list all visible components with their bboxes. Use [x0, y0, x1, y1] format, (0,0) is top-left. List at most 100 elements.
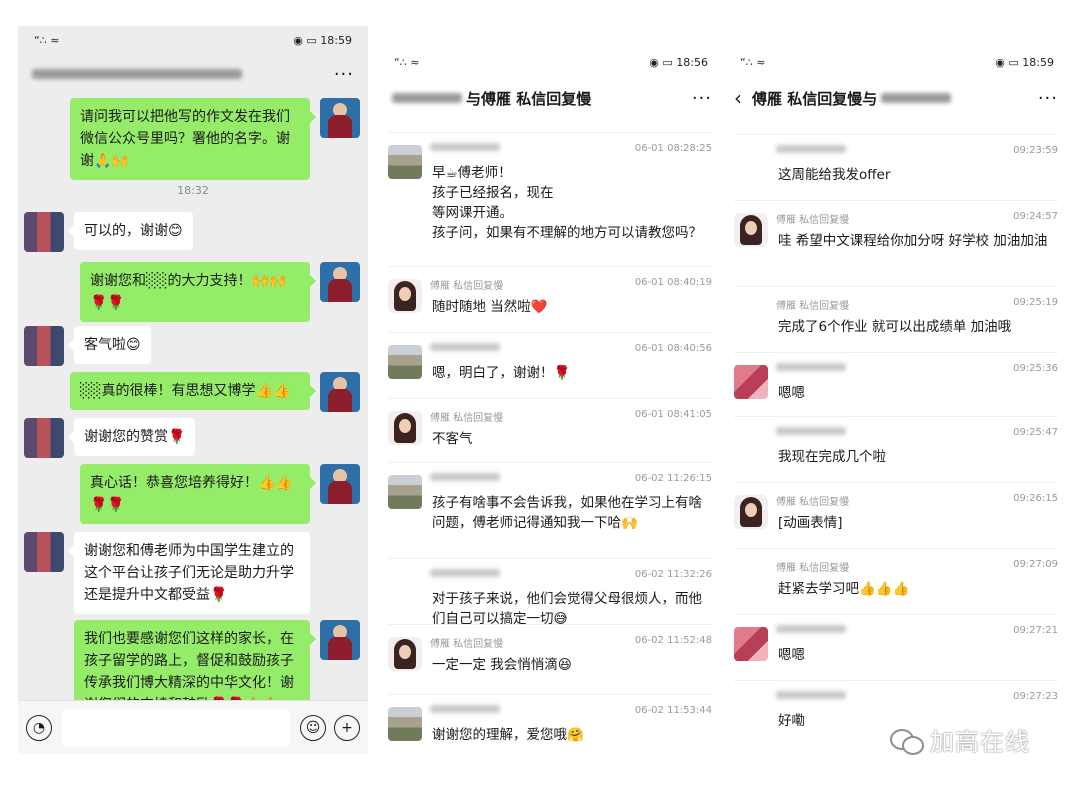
watermark-text: 加高在线 — [930, 728, 1030, 756]
timestamp: 09:26:15 — [1013, 493, 1058, 504]
message-text: 嗯，明白了，谢谢！🌹 — [432, 365, 571, 381]
message-item[interactable]: 傅雁 私信回复慢 09:25:19 完成了6个作业 就可以出成绩单 加油哦 — [734, 286, 1058, 352]
message-item[interactable]: 傅雁 私信回复慢 06-01 08:41:05 不客气 — [388, 398, 712, 462]
battery-icons: ◉ ▭ — [649, 55, 673, 69]
sender-name: 傅雁 私信回复慢 — [776, 301, 850, 312]
more-options-icon[interactable]: ··· — [334, 64, 354, 85]
message-item[interactable]: 傅雁 私信回复慢 09:27:09 赶紧去学习吧👍👍👍 — [734, 548, 1058, 614]
avatar[interactable] — [320, 620, 360, 660]
message-item[interactable]: 06-02 11:32:26 对于孩子来说，他们会觉得父母很烦人，而他们自己可以搞… — [388, 558, 712, 627]
avatar[interactable] — [320, 262, 360, 302]
message-bubble[interactable]: 可以的，谢谢😊 — [68, 212, 193, 250]
message-text: 不客气 — [432, 431, 473, 447]
timestamp: 09:25:19 — [1013, 297, 1058, 308]
sender-redacted — [776, 427, 846, 435]
title-redacted — [392, 93, 462, 103]
status-bar: “∴ ≈ ◉ ▭ 18:56 — [378, 46, 722, 78]
avatar[interactable] — [388, 411, 422, 445]
title-redacted — [881, 93, 952, 103]
message-row: 真心话！恭喜您培养得好！👍👍🌹🌹 — [80, 464, 360, 524]
battery-icons: ◉ ▭ — [293, 33, 317, 47]
page-title: 与傅雁 私信回复慢 — [466, 89, 592, 108]
avatar[interactable] — [24, 212, 64, 252]
sender-redacted — [430, 705, 500, 713]
avatar[interactable] — [388, 145, 422, 179]
plus-icon[interactable]: + — [334, 714, 360, 741]
message-text: 一定一定 我会悄悄滴😆 — [432, 657, 572, 673]
avatar[interactable] — [388, 279, 422, 313]
message-bubble[interactable]: 谢谢您和傅老师为中国学生建立的这个平台让孩子们无论是助力升学还是提升中文都受益🌹 — [68, 532, 310, 614]
message-bubble[interactable]: 谢谢您和░░的大力支持！🙌🙌🌹🌹 — [80, 262, 316, 322]
avatar[interactable] — [734, 495, 768, 529]
message-input[interactable] — [62, 708, 290, 747]
timestamp: 09:27:09 — [1013, 559, 1058, 570]
timestamp: 06-02 11:32:26 — [634, 569, 712, 580]
private-message-screen: “∴ ≈ ◉ ▭ 18:56 与傅雁 私信回复慢 ··· 06-01 08:28… — [378, 46, 722, 786]
avatar[interactable] — [388, 475, 422, 509]
avatar[interactable] — [734, 213, 768, 247]
conversation-header: 与傅雁 私信回复慢 ··· — [378, 78, 722, 118]
sender-name — [776, 625, 846, 636]
avatar[interactable] — [734, 365, 768, 399]
more-options-icon[interactable]: ··· — [692, 88, 712, 109]
sender-name — [430, 705, 500, 716]
signal-wifi-icon: “∴ ≈ — [740, 55, 766, 69]
sender-name — [776, 427, 846, 438]
chat-title-redacted — [32, 69, 242, 79]
message-bubble[interactable]: 客气啦😊 — [68, 326, 151, 364]
avatar[interactable] — [24, 418, 64, 458]
avatar[interactable] — [388, 637, 422, 671]
chat-header: ··· — [18, 54, 368, 94]
timestamp: 06-01 08:28:25 — [634, 143, 712, 154]
signal-wifi-icon: “∴ ≈ — [394, 55, 420, 69]
back-arrow-icon[interactable]: ‹ — [734, 86, 742, 110]
timestamp: 09:25:36 — [1013, 363, 1058, 374]
message-item[interactable]: 傅雁 私信回复慢 06-02 11:52:48 一定一定 我会悄悄滴😆 — [388, 624, 712, 694]
input-bar: ◔ ☺ + — [18, 700, 368, 754]
message-text: 赶紧去学习吧👍👍👍 — [778, 581, 910, 597]
message-text: 完成了6个作业 就可以出成绩单 加油哦 — [778, 319, 1012, 335]
voice-icon[interactable]: ◔ — [26, 714, 52, 741]
status-bar: “∴ ≈ ◉ ▭ 18:59 — [18, 26, 368, 54]
sender-redacted — [430, 343, 500, 351]
message-item[interactable]: 09:27:21 嗯嗯 — [734, 614, 1058, 680]
battery-icons: ◉ ▭ — [995, 55, 1019, 69]
message-item[interactable]: 06-01 08:28:25 早☕傅老师！ 孩子已经报名，现在 等网课开通。 孩子… — [388, 132, 712, 266]
sender-name — [430, 143, 500, 154]
message-item[interactable]: 09:23:59 这周能给我发offer — [734, 134, 1058, 200]
message-text: 谢谢您的理解，爱您哦🤗 — [432, 727, 584, 743]
avatar[interactable] — [320, 464, 360, 504]
timestamp: 06-01 08:41:05 — [634, 409, 712, 420]
message-item[interactable]: 09:25:47 我现在完成几个啦 — [734, 416, 1058, 482]
timestamp: 09:23:59 — [1013, 145, 1058, 156]
message-text: 对于孩子来说，他们会觉得父母很烦人，而他们自己可以搞定一切😅 — [432, 591, 702, 627]
signal-wifi-icon: “∴ ≈ — [34, 33, 60, 47]
avatar[interactable] — [24, 532, 64, 572]
message-bubble[interactable]: ░░真的很棒！有思想又博学👍👍 — [70, 372, 316, 410]
message-bubble[interactable]: 谢谢您的赞赏🌹 — [67, 418, 196, 456]
message-item[interactable]: 傅雁 私信回复慢 09:26:15 [动画表情] — [734, 482, 1058, 548]
message-text: 嗯嗯 — [778, 385, 805, 401]
message-bubble[interactable]: 真心话！恭喜您培养得好！👍👍🌹🌹 — [80, 464, 316, 524]
message-item[interactable]: 06-02 11:53:44 谢谢您的理解，爱您哦🤗 — [388, 694, 712, 760]
message-item[interactable]: 傅雁 私信回复慢 06-01 08:40:19 随时随地 当然啦❤️ — [388, 266, 712, 332]
sender-name — [776, 145, 846, 156]
avatar[interactable] — [734, 627, 768, 661]
message-text: [动画表情] — [778, 515, 843, 531]
avatar[interactable] — [24, 326, 64, 366]
sender-redacted — [776, 625, 846, 633]
avatar[interactable] — [388, 707, 422, 741]
message-bubble[interactable]: 请问我可以把他写的作文发在我们微信公众号里吗？署他的名字。谢谢🙏🙌 — [70, 98, 316, 180]
message-item[interactable]: 06-02 11:26:15 孩子有啥事不会告诉我，如果他在学习上有啥问题，傅老师… — [388, 462, 712, 558]
avatar[interactable] — [320, 372, 360, 412]
emoji-icon[interactable]: ☺ — [300, 714, 326, 741]
status-time: 18:59 — [1022, 55, 1054, 69]
message-item[interactable]: 09:25:36 嗯嗯 — [734, 352, 1058, 416]
message-item[interactable]: 傅雁 私信回复慢 09:24:57 哇 希望中文课程给你加分呀 好学校 加油加油 — [734, 200, 1058, 286]
avatar[interactable] — [388, 345, 422, 379]
timestamp: 06-02 11:52:48 — [634, 635, 712, 646]
avatar[interactable] — [320, 98, 360, 138]
message-row: 请问我可以把他写的作文发在我们微信公众号里吗？署他的名字。谢谢🙏🙌 — [70, 98, 360, 180]
message-item[interactable]: 06-01 08:40:56 嗯，明白了，谢谢！🌹 — [388, 332, 712, 398]
more-options-icon[interactable]: ··· — [1038, 88, 1058, 109]
